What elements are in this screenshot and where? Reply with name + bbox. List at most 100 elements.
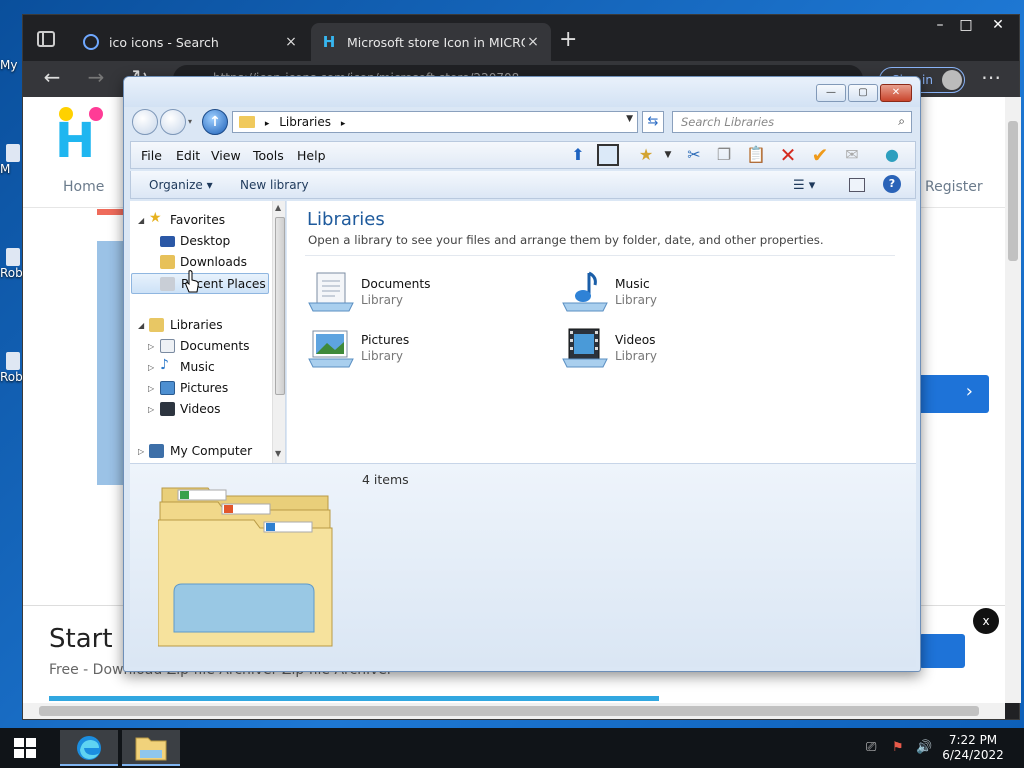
- scrollbar-thumb[interactable]: [1008, 121, 1018, 261]
- folders-pane-icon[interactable]: [597, 144, 619, 166]
- collapsed-arrow-icon[interactable]: ▷: [148, 405, 154, 414]
- nav-libraries[interactable]: ◢ Libraries: [130, 315, 270, 336]
- close-button[interactable]: ✕: [983, 17, 1013, 33]
- breadcrumb-arrow-icon[interactable]: ▸: [341, 119, 346, 129]
- globe-icon[interactable]: ●: [881, 144, 903, 166]
- desktop-icon-label[interactable]: My: [0, 58, 17, 72]
- history-dropdown-icon[interactable]: ▾: [188, 117, 192, 126]
- taskbar-edge[interactable]: [60, 730, 118, 766]
- paste-icon[interactable]: 📋: [745, 144, 767, 166]
- change-view-icon[interactable]: ☰ ▾: [793, 178, 815, 193]
- page-horizontal-scrollbar[interactable]: [23, 703, 1005, 719]
- nav-videos[interactable]: ▷ Videos: [130, 399, 270, 420]
- ad-close-button[interactable]: x: [973, 608, 999, 634]
- nav-desktop[interactable]: Desktop: [130, 231, 270, 252]
- explorer-refresh-button[interactable]: ⇆: [642, 111, 664, 133]
- library-music[interactable]: Music Library: [561, 265, 801, 315]
- checkmark-icon[interactable]: ✔: [809, 144, 831, 166]
- scrollbar-thumb[interactable]: [39, 706, 979, 716]
- nav-downloads[interactable]: Downloads: [130, 252, 270, 273]
- new-library-button[interactable]: New library: [240, 178, 309, 192]
- desktop-icon-label[interactable]: Rob: [0, 266, 23, 280]
- tab-close-icon[interactable]: ×: [283, 34, 299, 50]
- delete-icon[interactable]: ✕: [777, 144, 799, 166]
- explorer-up-button[interactable]: ↑: [202, 109, 228, 135]
- content-title: Libraries: [307, 209, 385, 230]
- nav-label: Documents: [180, 339, 250, 353]
- menu-tools[interactable]: Tools: [253, 148, 284, 163]
- explorer-minimize-button[interactable]: —: [816, 84, 846, 102]
- mail-icon[interactable]: ✉: [841, 144, 863, 166]
- page-vertical-scrollbar[interactable]: [1005, 97, 1021, 703]
- nav-music[interactable]: ▷ ♪ Music: [130, 357, 270, 378]
- library-documents[interactable]: Documents Library: [307, 265, 547, 315]
- menu-help[interactable]: Help: [297, 148, 326, 163]
- desktop-icon-label[interactable]: M: [0, 162, 10, 176]
- menu-file[interactable]: File: [141, 148, 162, 163]
- more-menu-icon[interactable]: ⋯: [981, 65, 1001, 89]
- search-icon[interactable]: ⌕: [898, 114, 905, 129]
- desktop-file-icon[interactable]: [6, 144, 20, 162]
- tab-microsoft-store[interactable]: H Microsoft store Icon in MICROSOFT ×: [311, 23, 551, 61]
- new-tab-button[interactable]: +: [559, 27, 577, 52]
- explorer-maximize-button[interactable]: ▢: [848, 84, 878, 102]
- library-videos[interactable]: Videos Library: [561, 321, 801, 371]
- nav-favorites[interactable]: ◢ ★ Favorites: [130, 210, 270, 231]
- back-button[interactable]: ←: [37, 65, 67, 89]
- up-folder-icon[interactable]: ⬆: [567, 144, 589, 166]
- menu-edit[interactable]: Edit: [176, 148, 200, 163]
- tab-actions-icon[interactable]: [37, 31, 55, 47]
- collapsed-arrow-icon[interactable]: ▷: [148, 342, 154, 351]
- system-clock[interactable]: 7:22 PM 6/24/2022: [940, 733, 1006, 763]
- page-next-button[interactable]: ›: [913, 375, 989, 413]
- nav-documents[interactable]: ▷ Documents: [130, 336, 270, 357]
- collapsed-arrow-icon[interactable]: ▷: [138, 447, 144, 456]
- address-dropdown-icon[interactable]: ▼: [626, 114, 633, 124]
- preview-pane-icon[interactable]: [849, 178, 865, 192]
- ad-cta-button[interactable]: [919, 634, 965, 668]
- menu-view[interactable]: View: [211, 148, 241, 163]
- explorer-address-bar[interactable]: ▸ Libraries ▸ ▼: [232, 111, 638, 133]
- site-nav-register[interactable]: Register: [925, 179, 983, 195]
- nav-pictures[interactable]: ▷ Pictures: [130, 378, 270, 399]
- copy-icon[interactable]: ❐: [713, 144, 735, 166]
- security-alert-icon[interactable]: ⚑: [892, 740, 904, 755]
- site-nav-home[interactable]: Home: [63, 179, 104, 195]
- tab-close-icon[interactable]: ×: [525, 34, 541, 50]
- taskbar-file-explorer[interactable]: [122, 730, 180, 766]
- scrollbar-thumb[interactable]: [275, 217, 285, 395]
- volume-icon[interactable]: 🔊: [916, 740, 932, 755]
- maximize-button[interactable]: □: [951, 17, 981, 33]
- explorer-titlebar[interactable]: — ▢ ✕: [124, 77, 920, 107]
- windows-start-icon[interactable]: [14, 738, 36, 758]
- scroll-up-arrow-icon[interactable]: ▲: [275, 203, 281, 212]
- explorer-close-button[interactable]: ✕: [880, 84, 912, 102]
- desktop-file-icon[interactable]: [6, 248, 20, 266]
- breadcrumb-arrow-icon[interactable]: ▸: [265, 119, 270, 129]
- library-pictures[interactable]: Pictures Library: [307, 321, 547, 371]
- expanded-arrow-icon[interactable]: ◢: [138, 216, 144, 225]
- explorer-back-button[interactable]: [132, 109, 158, 135]
- collapsed-arrow-icon[interactable]: ▷: [148, 363, 154, 372]
- navigation-scrollbar[interactable]: ▲ ▼: [272, 201, 285, 463]
- ad-title[interactable]: Start: [49, 624, 113, 654]
- help-icon[interactable]: ?: [883, 175, 901, 193]
- explorer-forward-button[interactable]: [160, 109, 186, 135]
- breadcrumb-libraries[interactable]: Libraries: [279, 115, 331, 129]
- nav-recent-places[interactable]: Recent Places: [131, 273, 269, 294]
- nav-my-computer[interactable]: ▷ My Computer: [130, 441, 270, 462]
- forward-button[interactable]: →: [81, 65, 111, 89]
- site-logo[interactable]: H: [55, 103, 109, 165]
- network-icon[interactable]: ⎚: [866, 740, 876, 755]
- organize-button[interactable]: Organize ▾: [149, 178, 213, 192]
- collapsed-arrow-icon[interactable]: ▷: [148, 384, 154, 393]
- scroll-down-arrow-icon[interactable]: ▼: [275, 449, 281, 458]
- explorer-search-input[interactable]: Search Libraries ⌕: [672, 111, 912, 133]
- view-dropdown-icon[interactable]: ▼: [657, 144, 679, 166]
- desktop-file-icon[interactable]: [6, 352, 20, 370]
- tab-search[interactable]: ico icons - Search ×: [73, 23, 309, 61]
- expanded-arrow-icon[interactable]: ◢: [138, 321, 144, 330]
- desktop-icon-label[interactable]: Rob: [0, 370, 23, 384]
- favorite-folder-icon[interactable]: ★: [635, 144, 657, 166]
- cut-icon[interactable]: ✂: [683, 144, 705, 166]
